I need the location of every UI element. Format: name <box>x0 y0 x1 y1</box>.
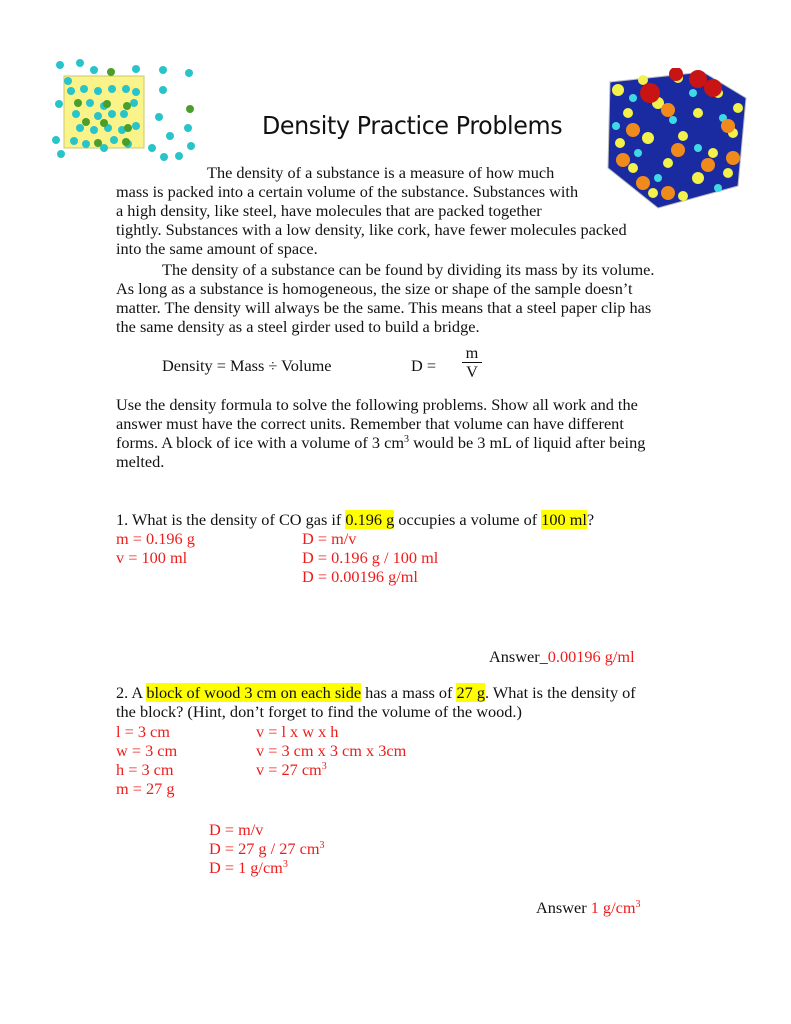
instructions-line-3b: would be 3 mL of liquid after being <box>409 433 646 452</box>
problem2-highlight-block: block of wood 3 cm on each side <box>146 683 362 702</box>
intro-line-3: a high density, like steel, have molecul… <box>116 201 542 220</box>
intro-line-5: into the same amount of space. <box>116 239 318 258</box>
problem2-question: 2. A block of wood 3 cm on each side has… <box>116 683 636 702</box>
problem2-density-step: D = 27 g / 27 cm3 <box>209 839 324 858</box>
answer-label: Answer_ <box>489 647 548 666</box>
problem2-density-step: D = 1 g/cm3 <box>209 858 288 877</box>
superscript: 3 <box>319 840 325 851</box>
problem2-question-line-2: the block? (Hint, don’t forget to find t… <box>116 702 522 721</box>
problem1-question-text: occupies a volume of <box>394 510 542 529</box>
problem2-given: h = 3 cm <box>116 760 174 779</box>
problem1-given-mass: m = 0.196 g <box>116 529 195 548</box>
problem2-volume-step: v = 3 cm x 3 cm x 3cm <box>256 741 407 760</box>
formula-denominator: V <box>466 362 478 381</box>
problem2-answer: Answer 1 g/cm3 <box>536 898 640 917</box>
superscript: 3 <box>635 899 641 910</box>
intro-line-8: matter. The density will always be the s… <box>116 298 652 317</box>
intro-line-7: As long as a substance is homogeneous, t… <box>116 279 633 298</box>
problem1-work-step: D = m/v <box>302 529 357 548</box>
problem1-work-step: D = 0.00196 g/ml <box>302 567 418 586</box>
problem1-given-volume: v = 100 ml <box>116 548 188 567</box>
problem1-work-step: D = 0.196 g / 100 ml <box>302 548 439 567</box>
problem1-question-text: 1. What is the density of CO gas if <box>116 510 346 529</box>
problem2-volume-step: v = 27 cm3 <box>256 760 327 779</box>
instructions-line-1: Use the density formula to solve the fol… <box>116 395 638 414</box>
instructions-line-3a: forms. A block of ice with a volume of 3… <box>116 433 405 452</box>
density-step-text: D = 27 g / 27 cm <box>209 839 320 858</box>
high-density-molecules-image <box>607 68 747 209</box>
problem1-question-text: ? <box>586 510 595 529</box>
intro-line-2: mass is packed into a certain volume of … <box>116 182 579 201</box>
answer-value: 0.00196 g/ml <box>547 647 635 666</box>
intro-line-6: The density of a substance can be found … <box>162 260 655 279</box>
page-title: Density Practice Problems <box>262 110 563 140</box>
instructions-line-2: answer must have the correct units. Reme… <box>116 414 624 433</box>
problem2-highlight-mass: 27 g <box>456 683 485 702</box>
instructions-line-4: melted. <box>116 452 165 471</box>
answer-label: Answer <box>536 898 591 917</box>
problem2-given: w = 3 cm <box>116 741 178 760</box>
problem1-highlight-mass: 0.196 g <box>345 510 395 529</box>
formula-numerator: m <box>465 343 479 362</box>
problem2-question-text: . What is the density of <box>484 683 636 702</box>
problem1-highlight-volume: 100 ml <box>541 510 587 529</box>
problem1-question: 1. What is the density of CO gas if 0.19… <box>116 510 594 529</box>
intro-line-4: tightly. Substances with a low density, … <box>116 220 627 239</box>
problem2-given: l = 3 cm <box>116 722 170 741</box>
intro-line-1: The density of a substance is a measure … <box>207 163 555 182</box>
low-density-molecules-image <box>52 59 195 161</box>
density-step-text: D = 1 g/cm <box>209 858 283 877</box>
formula-fraction: m V <box>461 344 483 380</box>
intro-line-9: the same density as a steel girder used … <box>116 317 480 336</box>
problem2-question-text: 2. A <box>116 683 147 702</box>
problem2-question-text: has a mass of <box>361 683 457 702</box>
superscript: 3 <box>282 859 288 870</box>
superscript: 3 <box>321 761 327 772</box>
problem1-answer: Answer_0.00196 g/ml <box>489 647 635 666</box>
formula-words: Density = Mass ÷ Volume <box>162 356 332 375</box>
answer-value: 1 g/cm <box>590 898 636 917</box>
formula-lhs: D = <box>411 356 437 375</box>
problem2-volume-step: v = l x w x h <box>256 722 339 741</box>
problem2-density-step: D = m/v <box>209 820 264 839</box>
volume-result: v = 27 cm <box>256 760 322 779</box>
problem2-given: m = 27 g <box>116 779 175 798</box>
instructions-line-3: forms. A block of ice with a volume of 3… <box>116 433 645 452</box>
